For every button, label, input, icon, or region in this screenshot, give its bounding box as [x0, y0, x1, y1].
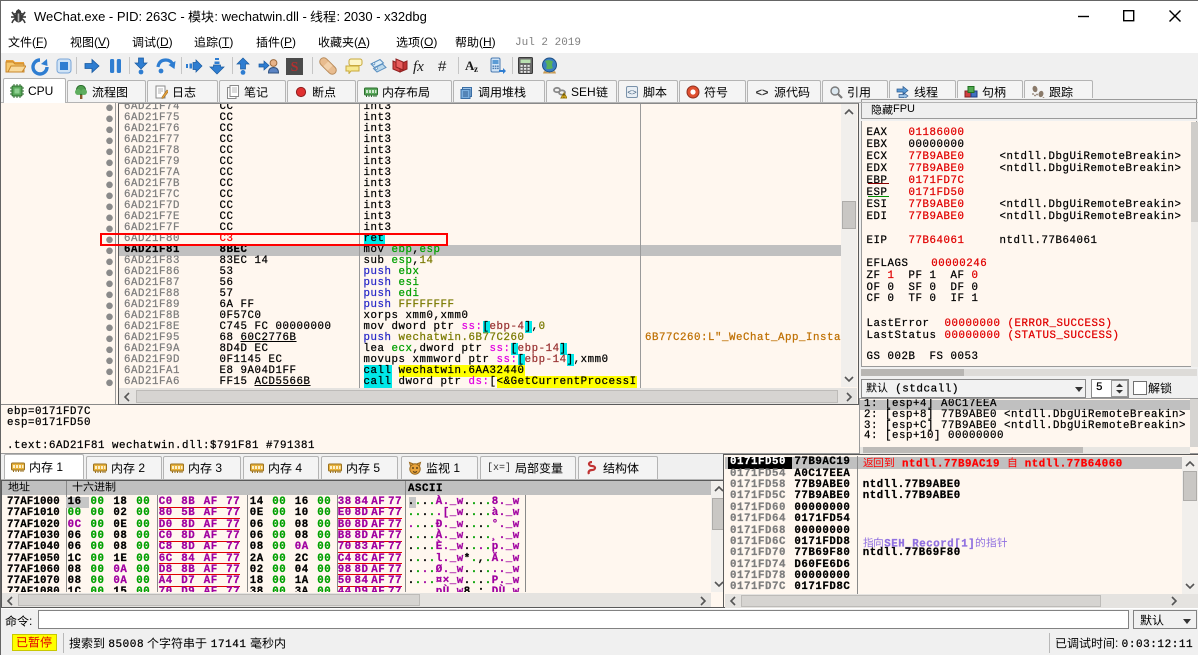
svg-text:z: z: [474, 64, 478, 74]
svg-text:<>: <>: [627, 88, 637, 97]
svg-text:<>: <>: [756, 87, 769, 99]
svg-text:#: #: [438, 58, 447, 74]
svg-text:fx: fx: [413, 59, 424, 74]
svg-text:S: S: [291, 60, 299, 75]
